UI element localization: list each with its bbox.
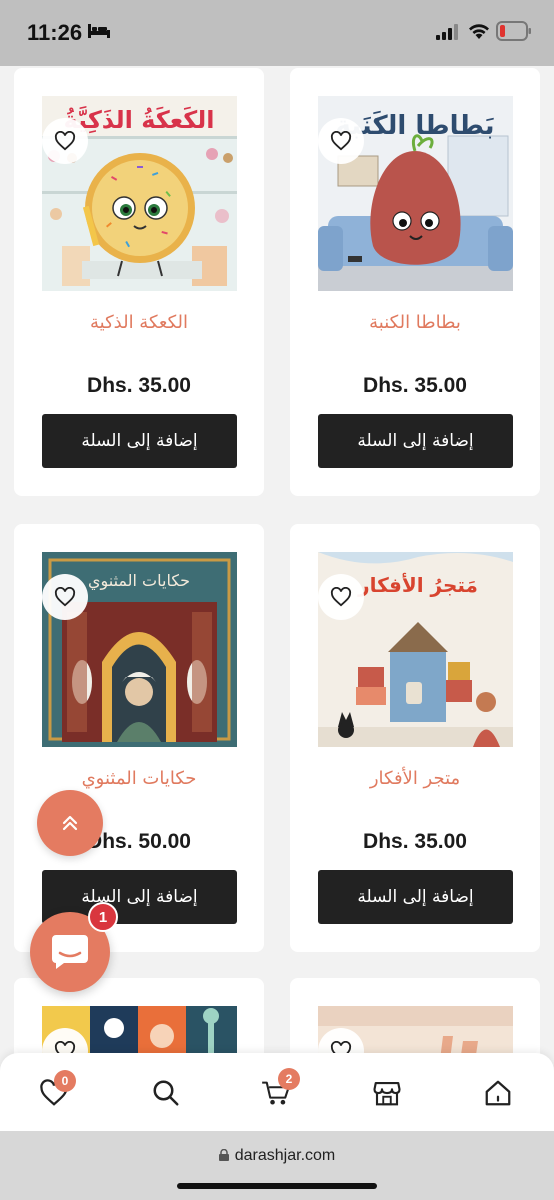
home-indicator[interactable] — [177, 1183, 377, 1189]
product-title-link[interactable]: حكايات المثنوي — [14, 768, 264, 789]
storefront-icon — [373, 1081, 401, 1106]
cellular-signal-icon — [436, 24, 458, 40]
search-icon — [153, 1080, 179, 1106]
wishlist-heart-button[interactable] — [42, 574, 88, 620]
status-time: 11:26 — [27, 20, 83, 45]
wishlist-heart-button[interactable] — [42, 118, 88, 164]
product-title-link[interactable]: متجر الأفكار — [290, 768, 540, 789]
product-price: Dhs. 35.00 — [363, 374, 467, 397]
heart-icon — [54, 131, 76, 151]
product-card[interactable]: مَتجرُ الأفكار متجر الأفكار Dhs. 35.00 إ… — [290, 524, 540, 952]
cover-title-text: الكَعكَةُ الذَكِيَّةُ — [63, 105, 214, 134]
wishlist-heart-button[interactable] — [318, 574, 364, 620]
double-chevron-up-icon — [62, 815, 78, 831]
scroll-to-top-button[interactable] — [37, 790, 103, 856]
nav-search[interactable] — [146, 1073, 186, 1113]
heart-icon — [54, 587, 76, 607]
product-price: Dhs. 35.00 — [87, 374, 191, 397]
url-text: darashjar.com — [234, 1147, 336, 1164]
add-to-cart-button[interactable]: إضافة إلى السلة — [42, 414, 237, 468]
browser-address-bar[interactable]: darashjar.com — [0, 1131, 554, 1200]
nav-shop[interactable] — [367, 1073, 407, 1113]
status-bar: 11:26 — [0, 0, 554, 66]
lock-icon — [218, 1149, 229, 1161]
wifi-icon — [469, 24, 489, 39]
product-card[interactable]: بَطاطا الكَنَبة بطاطا الكنبة Dhs. 35.00 … — [290, 68, 540, 496]
cover-title-text: مَتجرُ الأفكار — [357, 572, 478, 597]
heart-icon — [330, 131, 352, 151]
product-card[interactable]: الكَعكَةُ الذَكِيَّةُ الكعكة الذكية Dhs.… — [14, 68, 264, 496]
product-title-link[interactable]: الكعكة الذكية — [14, 312, 264, 333]
nav-home[interactable] — [478, 1073, 518, 1113]
chat-bubble-icon — [52, 935, 88, 969]
cart-count-badge: 2 — [278, 1068, 300, 1090]
product-card[interactable]: حكايات المثنوي حكايات المثنوي Dhs. 50.00… — [14, 524, 264, 952]
cover-title-text: حكايات المثنوي — [88, 571, 190, 591]
home-icon — [485, 1080, 511, 1106]
product-title-link[interactable]: بطاطا الكنبة — [290, 312, 540, 333]
add-to-cart-button[interactable]: إضافة إلى السلة — [318, 870, 513, 924]
wishlist-count-badge: 0 — [54, 1070, 76, 1092]
add-to-cart-button[interactable]: إضافة إلى السلة — [318, 414, 513, 468]
product-price: Dhs. 35.00 — [363, 830, 467, 853]
chat-notification-badge: 1 — [88, 902, 118, 932]
bottom-navigation: 0 2 — [0, 1053, 554, 1131]
heart-icon — [330, 587, 352, 607]
battery-low-icon — [496, 21, 531, 41]
wishlist-heart-button[interactable] — [318, 118, 364, 164]
sleep-focus-icon — [88, 24, 110, 38]
